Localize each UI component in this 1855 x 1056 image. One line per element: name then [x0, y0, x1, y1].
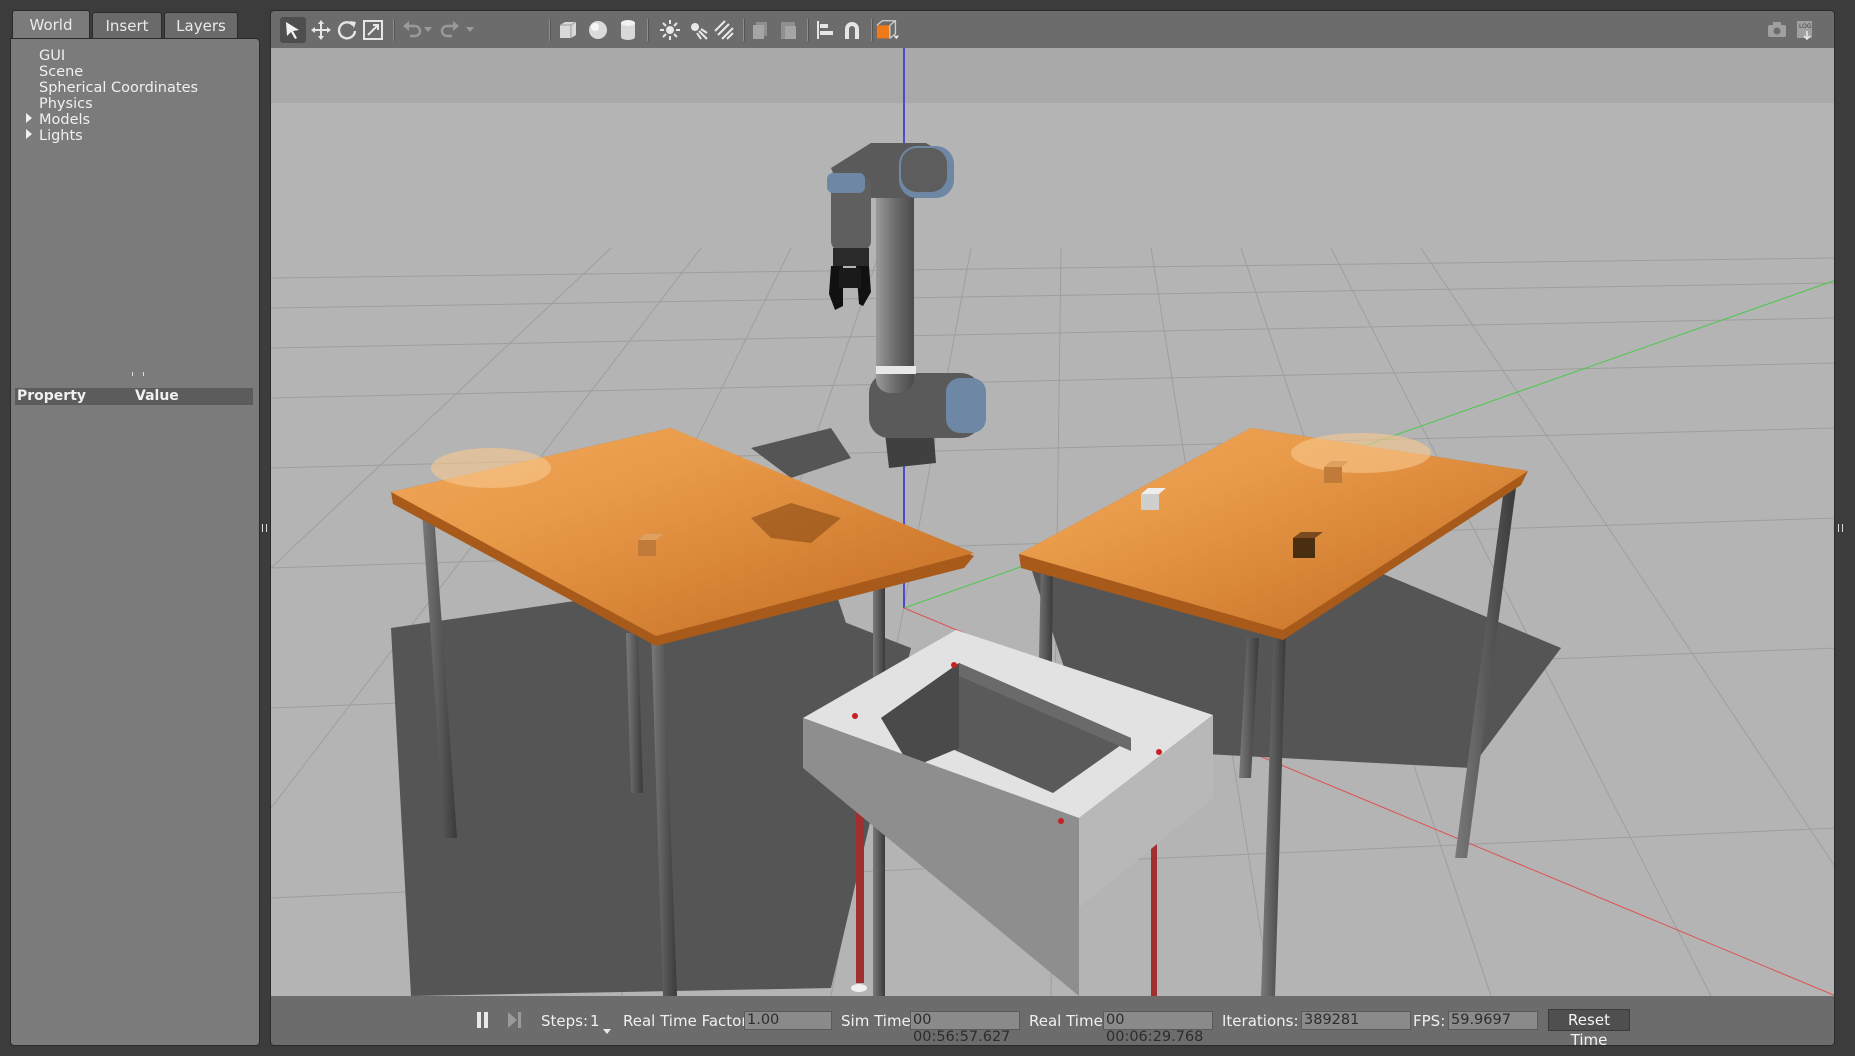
select-arrow-icon[interactable]	[280, 17, 306, 43]
cylinder-shape-icon[interactable]	[615, 17, 641, 43]
fps-field: 59.9697	[1448, 1011, 1538, 1030]
steps-value[interactable]: 1	[590, 1011, 600, 1031]
scale-icon[interactable]	[360, 17, 386, 43]
log-icon[interactable]: LOG	[1792, 17, 1818, 43]
left-panel-tabs: World Insert Layers	[10, 10, 260, 38]
rotate-icon[interactable]	[334, 17, 360, 43]
sphere-shape-icon[interactable]	[585, 17, 611, 43]
toolbar-separator	[393, 19, 395, 41]
sim-time-label: Sim Time:	[841, 1012, 916, 1030]
cube-right-brown	[1324, 467, 1342, 483]
tree-item-lights[interactable]: Lights	[39, 127, 83, 145]
toolbar: LOG	[270, 10, 1835, 48]
expand-arrow-icon[interactable]	[26, 129, 32, 139]
toolbar-separator	[743, 19, 745, 41]
real-time-label: Real Time:	[1029, 1012, 1108, 1030]
expand-arrow-icon[interactable]	[26, 113, 32, 123]
spot-light-icon[interactable]	[685, 17, 711, 43]
paste-icon[interactable]	[775, 17, 801, 43]
property-column-header: Property	[17, 388, 87, 404]
splitter-handle[interactable]	[132, 372, 144, 376]
cube-left-table	[638, 540, 656, 556]
redo-dropdown-icon[interactable]	[463, 17, 477, 43]
snap-magnet-icon[interactable]	[839, 17, 865, 43]
undo-dropdown-icon[interactable]	[421, 17, 435, 43]
sim-time-field: 00 00:56:57.627	[910, 1011, 1020, 1045]
align-icon[interactable]	[813, 17, 839, 43]
real-time-field: 00 00:06:29.768	[1103, 1011, 1213, 1045]
toolbar-separator	[647, 19, 649, 41]
redo-icon[interactable]	[437, 17, 463, 43]
bottom-status-bar: Steps: 1 Real Time Factor: 1.00 Sim Time…	[270, 996, 1835, 1049]
point-light-icon[interactable]	[657, 17, 683, 43]
translate-icon[interactable]	[308, 17, 334, 43]
steps-label: Steps:	[541, 1012, 589, 1030]
right-panel-collapse-handle[interactable]	[1838, 524, 1843, 532]
3d-viewport[interactable]	[270, 48, 1835, 996]
left-panel: World Insert Layers GUI Scene Spherical …	[10, 10, 260, 1046]
svg-text:LOG: LOG	[1799, 23, 1812, 30]
rtf-field: 1.00	[744, 1011, 832, 1030]
tab-insert[interactable]: Insert	[92, 12, 162, 38]
toolbar-separator	[549, 19, 551, 41]
cube-right-dark	[1293, 538, 1315, 558]
step-icon[interactable]	[507, 1011, 523, 1029]
iterations-label: Iterations:	[1222, 1012, 1299, 1030]
screenshot-icon[interactable]	[1764, 17, 1790, 43]
box-shape-icon[interactable]	[555, 17, 581, 43]
rtf-label: Real Time Factor:	[623, 1012, 753, 1030]
view-angle-icon[interactable]	[875, 17, 901, 43]
tab-world[interactable]: World	[12, 10, 90, 38]
sky	[271, 48, 1834, 110]
cube-right-gray	[1141, 494, 1159, 510]
toolbar-separator	[807, 19, 809, 41]
reset-time-button[interactable]: Reset Time	[1548, 1009, 1630, 1049]
value-column-header: Value	[135, 388, 179, 404]
steps-dropdown-icon[interactable]	[603, 1021, 611, 1039]
iterations-field: 389281	[1301, 1011, 1411, 1030]
property-table-header: Property Value	[15, 388, 253, 405]
left-panel-collapse-handle[interactable]	[262, 524, 267, 532]
fps-label: FPS:	[1413, 1012, 1446, 1030]
tab-layers[interactable]: Layers	[164, 12, 238, 38]
copy-icon[interactable]	[747, 17, 773, 43]
toolbar-separator	[871, 19, 873, 41]
directional-light-icon[interactable]	[711, 17, 737, 43]
pause-icon[interactable]	[476, 1011, 490, 1029]
world-tree-panel: GUI Scene Spherical Coordinates Physics …	[10, 38, 260, 1046]
